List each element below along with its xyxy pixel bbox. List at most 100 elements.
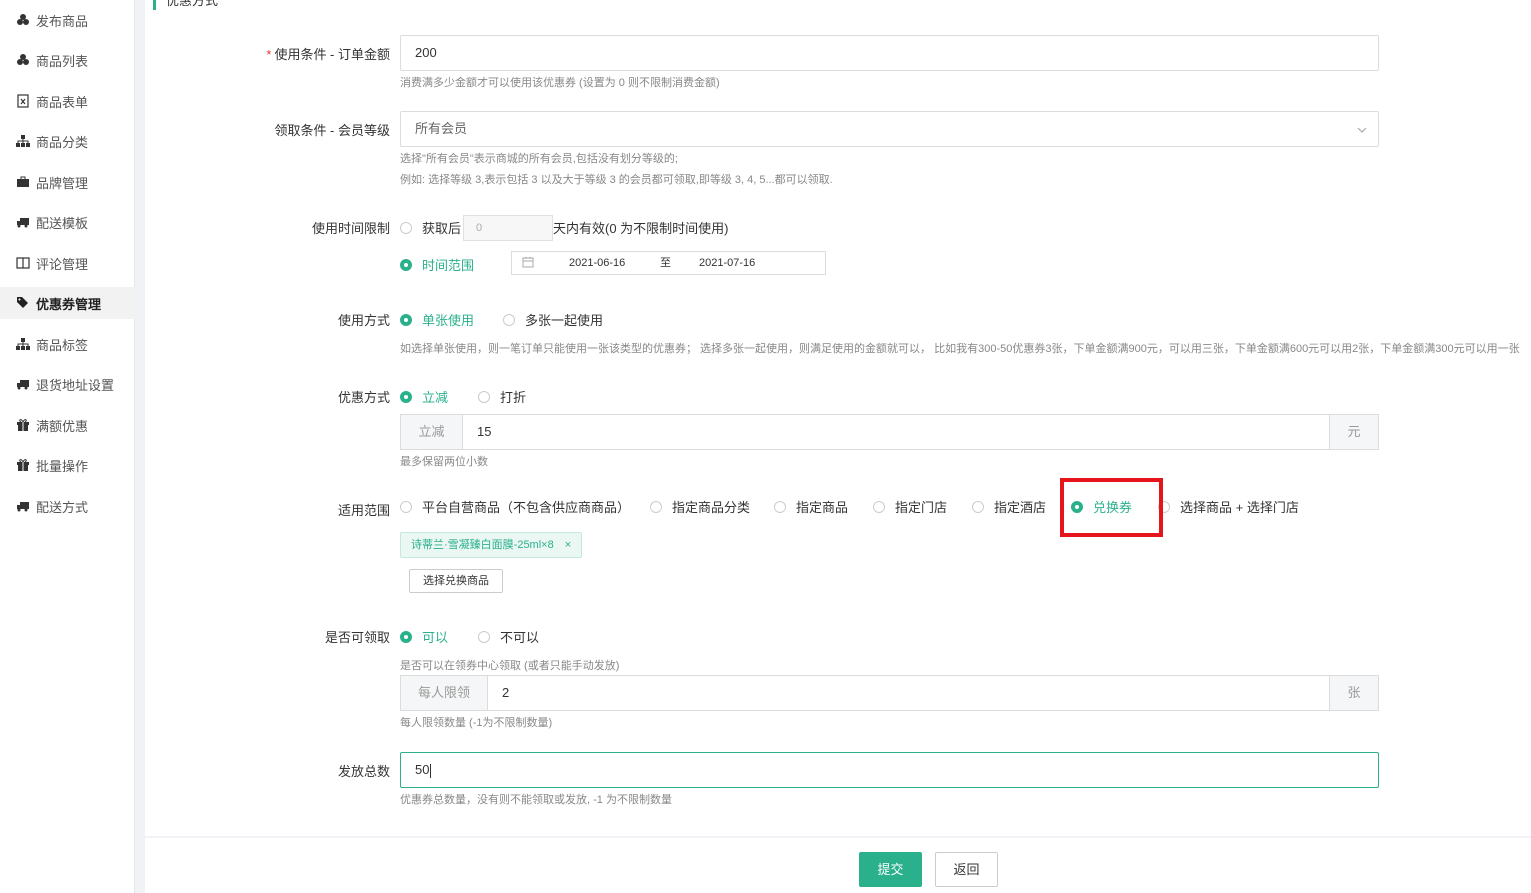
radio-dot bbox=[478, 390, 490, 403]
scope-category-radio[interactable]: 指定商品分类 bbox=[650, 497, 750, 516]
usage-multi-label: 多张一起使用 bbox=[525, 313, 604, 328]
cubes-icon bbox=[16, 53, 30, 67]
claimable-no-label: 不可以 bbox=[500, 630, 540, 645]
order-amount-input[interactable]: 200 bbox=[400, 35, 1379, 71]
sidebar-item-goods-category[interactable]: 商品分类 bbox=[0, 125, 135, 157]
truck-icon bbox=[16, 377, 30, 391]
chevron-down-icon bbox=[1356, 112, 1368, 146]
member-level-select[interactable]: 所有会员 bbox=[400, 111, 1379, 147]
discount-reduce-label: 立减 bbox=[422, 390, 449, 405]
order-amount-label: * 使用条件 - 订单金额 bbox=[266, 47, 390, 62]
limit-prefix-addon: 每人限领 bbox=[400, 675, 488, 711]
scope-store-radio[interactable]: 指定门店 bbox=[873, 497, 947, 516]
scope-option-label: 选择商品 + 选择门店 bbox=[1180, 500, 1299, 515]
radio-dot bbox=[400, 221, 412, 234]
member-level-label: 领取条件 - 会员等级 bbox=[274, 123, 390, 138]
sidebar-item-shipping-method[interactable]: 配送方式 bbox=[0, 490, 135, 522]
section-title: 优惠方式 bbox=[153, 0, 218, 10]
sidebar-item-label: 发布商品 bbox=[36, 13, 89, 29]
sidebar: 发布商品 商品列表 商品表单 商品分类 品牌管理 配送模板 评论管理 优惠券管理… bbox=[0, 0, 135, 893]
radio-dot bbox=[400, 313, 412, 326]
columns-icon bbox=[16, 256, 30, 270]
time-limit-days-radio[interactable]: 获取后 bbox=[400, 218, 461, 237]
valid-days-suffix: 天内有效(0 为不限制时间使用) bbox=[553, 221, 729, 236]
scope-option-label: 指定商品分类 bbox=[672, 500, 751, 515]
usage-single-label: 单张使用 bbox=[422, 313, 475, 328]
member-level-hint-2: 例如: 选择等级 3,表示包括 3 以及大于等级 3 的会员都可领取,即等级 3… bbox=[400, 174, 833, 186]
required-mark: * bbox=[266, 47, 272, 62]
usage-hint: 如选择单张使用，则一笔订单只能使用一张该类型的优惠券； 选择多张一起使用，则满足… bbox=[400, 343, 1520, 355]
highlight-annotation-box bbox=[1060, 478, 1163, 537]
claimable-yes-radio[interactable]: 可以 bbox=[400, 627, 448, 646]
discount-hint: 最多保留两位小数 bbox=[400, 456, 488, 468]
time-range-radio[interactable]: 时间范围 bbox=[400, 255, 474, 274]
sidebar-item-label: 评论管理 bbox=[36, 256, 89, 272]
radio-dot bbox=[774, 500, 786, 513]
time-limit-days-prefix: 获取后 bbox=[422, 221, 462, 236]
limit-suffix-addon: 张 bbox=[1329, 675, 1379, 711]
scope-hotel-radio[interactable]: 指定酒店 bbox=[972, 497, 1046, 516]
date-range-picker[interactable]: 2021-06-16 至 2021-07-16 bbox=[511, 251, 826, 275]
total-quantity-input[interactable]: 50 bbox=[400, 752, 1379, 788]
claimable-no-radio[interactable]: 不可以 bbox=[478, 627, 539, 646]
discount-amount-input[interactable]: 15 bbox=[462, 414, 1330, 450]
sitemap-icon bbox=[16, 337, 30, 351]
sidebar-item-batch[interactable]: 批量操作 bbox=[0, 449, 135, 481]
scope-option-label: 指定门店 bbox=[895, 500, 948, 515]
form-footer: 提交 返回 bbox=[145, 838, 1531, 893]
claimable-hint: 是否可以在领券中心领取 (或者只能手动发放) bbox=[400, 660, 620, 672]
gift-icon bbox=[16, 458, 30, 472]
sidebar-item-label: 退货地址设置 bbox=[36, 377, 115, 393]
radio-dot bbox=[873, 500, 885, 513]
radio-dot bbox=[650, 500, 662, 513]
briefcase-icon bbox=[16, 175, 30, 189]
valid-days-input[interactable]: 0 bbox=[463, 215, 553, 241]
sidebar-item-coupons[interactable]: 优惠券管理 bbox=[0, 287, 135, 319]
sidebar-item-brand[interactable]: 品牌管理 bbox=[0, 166, 135, 198]
sidebar-item-label: 优惠券管理 bbox=[36, 296, 102, 312]
discount-percent-radio[interactable]: 打折 bbox=[478, 387, 526, 406]
date-separator: 至 bbox=[660, 257, 671, 269]
scope-goods-and-store-radio[interactable]: 选择商品 + 选择门店 bbox=[1158, 497, 1299, 516]
scope-option-label: 指定酒店 bbox=[994, 500, 1047, 515]
back-button[interactable]: 返回 bbox=[935, 852, 998, 887]
sidebar-item-label: 满额优惠 bbox=[36, 418, 89, 434]
per-user-limit-input[interactable]: 2 bbox=[487, 675, 1330, 711]
selected-goods-tag: 诗蒂兰·雪凝臻白面膜-25ml×8 × bbox=[400, 532, 583, 558]
order-amount-hint: 消费满多少金额才可以使用该优惠券 (设置为 0 则不限制消费金额) bbox=[400, 77, 720, 89]
sitemap-icon bbox=[16, 134, 30, 148]
scope-label: 适用范围 bbox=[337, 503, 390, 518]
close-icon[interactable]: × bbox=[565, 539, 571, 551]
date-end[interactable]: 2021-07-16 bbox=[699, 252, 755, 274]
usage-single-radio[interactable]: 单张使用 bbox=[400, 310, 474, 329]
radio-dot bbox=[478, 630, 490, 643]
sidebar-item-return-address[interactable]: 退货地址设置 bbox=[0, 368, 135, 400]
date-start[interactable]: 2021-06-16 bbox=[569, 252, 625, 274]
radio-dot bbox=[972, 500, 984, 513]
sidebar-item-shipping-template[interactable]: 配送模板 bbox=[0, 206, 135, 238]
sidebar-item-goods-form[interactable]: 商品表单 bbox=[0, 85, 135, 117]
truck-icon bbox=[16, 215, 30, 229]
truck-icon bbox=[16, 499, 30, 513]
submit-button[interactable]: 提交 bbox=[859, 852, 922, 887]
discount-prefix-addon: 立减 bbox=[400, 414, 463, 450]
radio-dot bbox=[400, 390, 412, 403]
time-limit-label: 使用时间限制 bbox=[311, 221, 390, 236]
scope-goods-radio[interactable]: 指定商品 bbox=[774, 497, 848, 516]
sidebar-item-full-discount[interactable]: 满额优惠 bbox=[0, 409, 135, 441]
claimable-label: 是否可领取 bbox=[324, 630, 390, 645]
select-voucher-goods-button[interactable]: 选择兑换商品 bbox=[409, 569, 503, 593]
sidebar-item-goods-tags[interactable]: 商品标签 bbox=[0, 328, 135, 360]
member-level-hint-1: 选择"所有会员"表示商城的所有会员,包括没有划分等级的; bbox=[400, 153, 678, 165]
discount-percent-label: 打折 bbox=[500, 390, 527, 405]
discount-label: 优惠方式 bbox=[337, 390, 390, 405]
scope-self-operated-radio[interactable]: 平台自营商品（不包含供应商商品） bbox=[400, 497, 630, 516]
total-quantity-value: 50 bbox=[415, 762, 430, 777]
usage-multi-radio[interactable]: 多张一起使用 bbox=[503, 310, 603, 329]
radio-dot bbox=[503, 313, 515, 326]
sidebar-item-reviews[interactable]: 评论管理 bbox=[0, 247, 135, 279]
sidebar-item-publish-goods[interactable]: 发布商品 bbox=[0, 4, 135, 36]
scope-option-label: 平台自营商品（不包含供应商商品） bbox=[422, 500, 631, 515]
sidebar-item-goods-list[interactable]: 商品列表 bbox=[0, 44, 135, 76]
discount-reduce-radio[interactable]: 立减 bbox=[400, 387, 448, 406]
